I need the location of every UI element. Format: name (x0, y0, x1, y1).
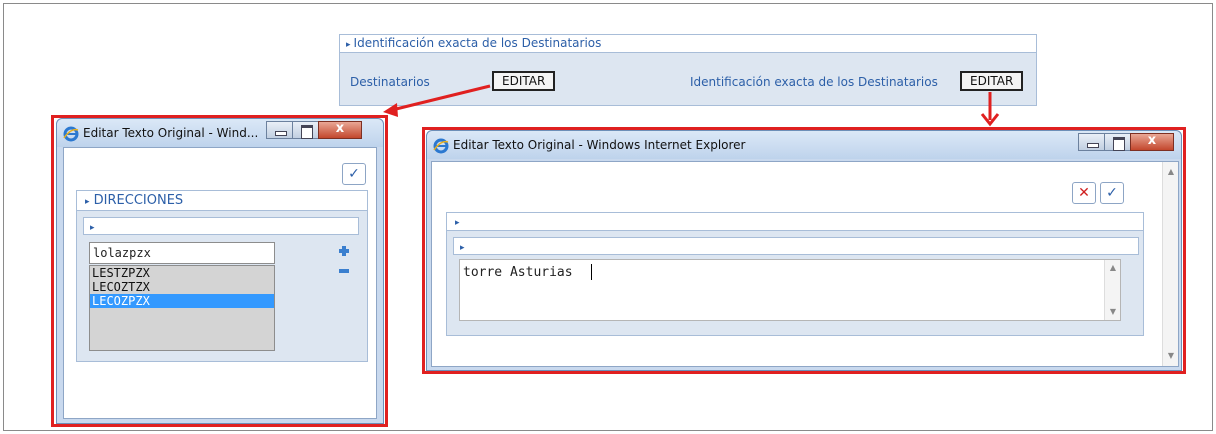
direcciones-panel: ▸ DIRECCIONES ▸ lolazpzx LESTZPZX LECOZT… (76, 190, 368, 362)
text-cursor (591, 264, 592, 280)
confirm-check-icon[interactable]: ✓ (342, 163, 366, 185)
direccion-input[interactable]: lolazpzx (89, 242, 275, 264)
scroll-up-icon[interactable]: ▲ (1163, 164, 1179, 180)
ie-icon (433, 138, 449, 154)
minimize-button[interactable] (1078, 133, 1105, 151)
list-item[interactable]: LESTZPZX (90, 266, 274, 280)
confirm-check-icon[interactable]: ✓ (1100, 182, 1124, 204)
left-window-content: ✓ ▸ DIRECCIONES ▸ lolazpzx LESTZPZX LECO… (63, 147, 377, 419)
left-window: Editar Texto Original - Wind... ✓ ▸ DIRE… (56, 118, 384, 424)
left-window-title: Editar Texto Original - Wind... (83, 126, 259, 140)
text-area[interactable]: torre Asturias ▲ ▼ (459, 259, 1121, 321)
list-item-selected[interactable]: LECOZPZX (90, 294, 274, 308)
direcciones-listbox[interactable]: LESTZPZX LECOZTZX LECOZPZX (89, 265, 275, 351)
panel-header[interactable]: ▸ (447, 213, 1143, 231)
list-item[interactable]: LECOZTZX (90, 280, 274, 294)
expand-arrow-icon: ▸ (455, 218, 460, 228)
text-panel: ▸ ▸ torre Asturias ▲ ▼ (446, 212, 1144, 336)
expand-arrow-icon: ▸ (85, 197, 90, 207)
close-button[interactable] (1130, 133, 1174, 151)
text-area-scrollbar[interactable]: ▲ ▼ (1104, 260, 1120, 320)
cancel-x-icon[interactable]: ✕ (1072, 182, 1096, 204)
subsection-header[interactable]: ▸ (83, 217, 359, 235)
expand-arrow-icon: ▸ (460, 243, 465, 253)
minus-icon[interactable] (339, 269, 349, 273)
direcciones-label: DIRECCIONES (93, 193, 184, 208)
arrow-to-left-window (391, 84, 491, 112)
right-window-title: Editar Texto Original - Windows Internet… (453, 138, 746, 152)
window-scrollbar[interactable]: ▲ ▼ (1162, 162, 1178, 366)
maximize-button[interactable] (292, 121, 319, 139)
subsection-header[interactable]: ▸ (453, 237, 1139, 255)
scroll-up-icon[interactable]: ▲ (1105, 260, 1121, 276)
close-button[interactable] (318, 121, 362, 139)
right-window-content: ✕ ✓ ▸ ▸ torre Asturias ▲ ▼ ▲ ▼ (431, 161, 1179, 367)
minimize-button[interactable] (266, 121, 293, 139)
expand-arrow-icon: ▸ (90, 223, 95, 233)
scroll-down-icon[interactable]: ▼ (1163, 348, 1179, 364)
right-window-titlebar[interactable]: Editar Texto Original - Windows Internet… (427, 131, 1181, 159)
ie-icon (63, 126, 79, 142)
scroll-down-icon[interactable]: ▼ (1105, 304, 1121, 320)
maximize-button[interactable] (1104, 133, 1131, 151)
right-window: Editar Texto Original - Windows Internet… (426, 130, 1182, 371)
direcciones-header[interactable]: ▸ DIRECCIONES (77, 191, 367, 211)
plus-icon[interactable] (339, 246, 349, 256)
left-window-titlebar[interactable]: Editar Texto Original - Wind... (57, 119, 383, 147)
text-area-value: torre Asturias (463, 265, 573, 280)
